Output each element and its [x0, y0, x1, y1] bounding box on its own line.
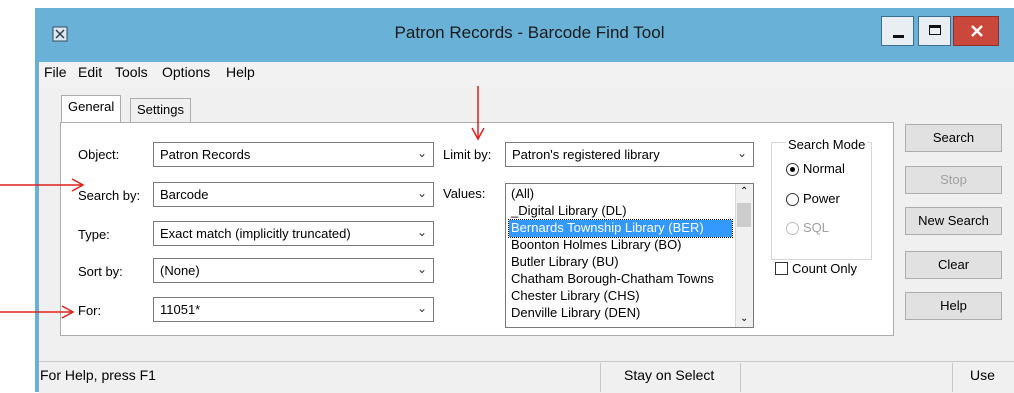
arrow-icon — [0, 86, 485, 319]
annotation-arrows — [0, 86, 485, 319]
